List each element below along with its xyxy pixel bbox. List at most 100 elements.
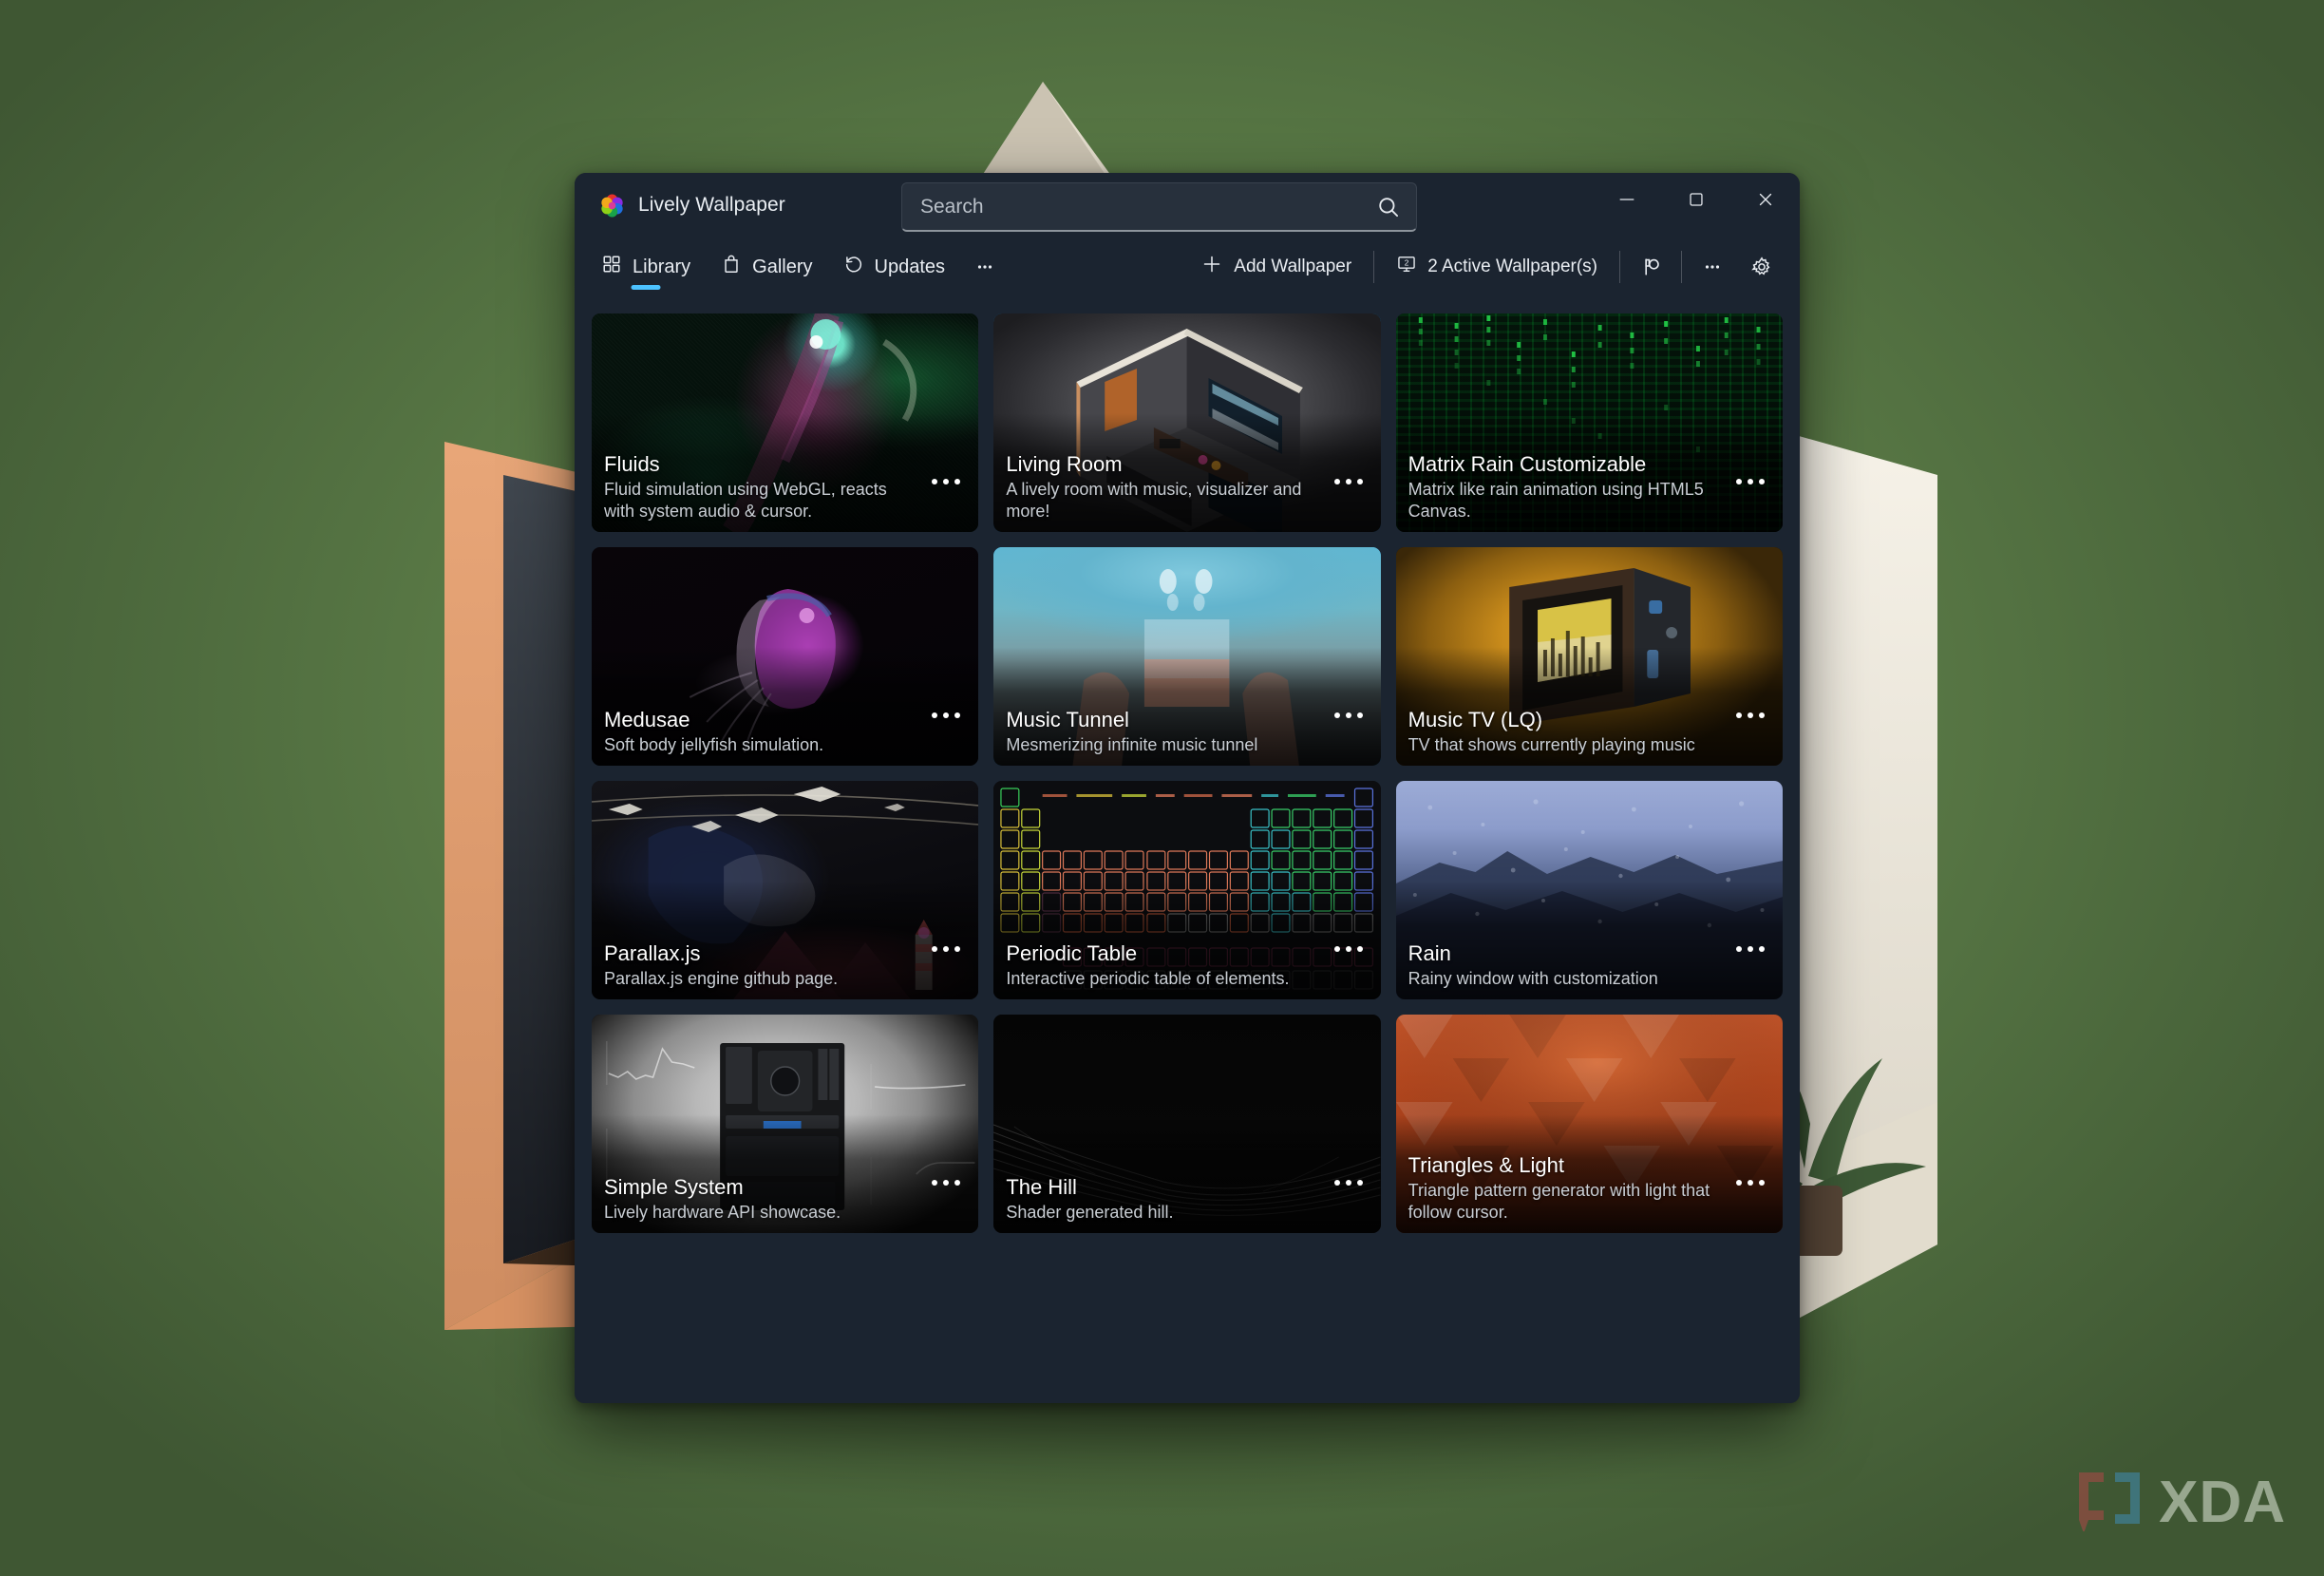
card-description: Fluid simulation using WebGL, reacts wit… — [604, 479, 887, 521]
wallpaper-card-parallax-js[interactable]: Parallax.js Parallax.js engine github pa… — [592, 781, 979, 999]
wallpaper-card-periodic-table[interactable]: Periodic Table Interactive periodic tabl… — [993, 781, 1381, 999]
xda-watermark-text: XDA — [2159, 1470, 2286, 1535]
app-title: Lively Wallpaper — [638, 194, 785, 216]
more-options-icon[interactable] — [1688, 237, 1737, 296]
command-bar: Library Gallery Updates Add Wallpaper 2 … — [575, 237, 1800, 296]
card-description: A lively room with music, visualizer and… — [1006, 479, 1302, 521]
card-title: Rain — [1408, 941, 1451, 966]
card-description: Matrix like rain animation using HTML5 C… — [1408, 479, 1704, 521]
add-wallpaper-button[interactable]: Add Wallpaper — [1184, 237, 1368, 296]
close-button[interactable] — [1730, 173, 1800, 226]
tab-library-label: Library — [633, 256, 691, 277]
card-more-button[interactable] — [1729, 935, 1771, 963]
wallpaper-card-triangles-light[interactable]: Triangles & Light Triangle pattern gener… — [1395, 1015, 1783, 1233]
search-box[interactable] — [901, 182, 1417, 232]
tab-gallery-label: Gallery — [752, 256, 813, 277]
command-bar-spacer — [1010, 237, 1184, 296]
library-content: Fluids Fluid simulation using WebGL, rea… — [575, 296, 1800, 1403]
card-more-button[interactable] — [1328, 467, 1370, 496]
card-description: Rainy window with customization — [1408, 968, 1658, 988]
gear-icon[interactable] — [1737, 237, 1786, 296]
window-controls — [1592, 173, 1800, 226]
nav-overflow-button[interactable] — [960, 237, 1010, 296]
tab-active-indicator — [631, 285, 661, 290]
active-wallpapers-label: 2 Active Wallpaper(s) — [1427, 256, 1597, 276]
card-title: Simple System — [604, 1175, 744, 1200]
title-bar: Lively Wallpaper — [575, 173, 1800, 237]
card-description: Triangle pattern generator with light th… — [1408, 1180, 1710, 1222]
card-text: Triangles & Light Triangle pattern gener… — [1408, 1153, 1714, 1224]
card-description: Interactive periodic table of elements. — [1006, 968, 1290, 988]
search-input[interactable] — [920, 195, 1376, 218]
card-description: Soft body jellyfish simulation. — [604, 734, 824, 754]
card-description: Mesmerizing infinite music tunnel — [1006, 734, 1258, 754]
card-text: Medusae Soft body jellyfish simulation. — [604, 708, 910, 756]
app-brand: Lively Wallpaper — [598, 192, 785, 219]
grid-icon — [601, 254, 622, 280]
xda-watermark: XDA — [2073, 1469, 2286, 1536]
card-more-button[interactable] — [1729, 467, 1771, 496]
lively-color-wheel-icon — [598, 192, 626, 219]
card-more-button[interactable] — [925, 467, 967, 496]
wallpaper-card-matrix-rain[interactable]: Matrix Rain Customizable Matrix like rai… — [1395, 313, 1783, 532]
card-description: Parallax.js engine github page. — [604, 968, 839, 988]
card-text: Rain Rainy window with customization — [1408, 941, 1714, 990]
tab-updates[interactable]: Updates — [828, 237, 961, 296]
card-title: Matrix Rain Customizable — [1408, 452, 1647, 477]
card-title: Fluids — [604, 452, 660, 477]
card-text: Fluids Fluid simulation using WebGL, rea… — [604, 452, 910, 522]
card-more-button[interactable] — [1328, 1168, 1370, 1197]
minimize-button[interactable] — [1592, 173, 1661, 226]
desktop-background: Lively Wallpaper Search Library Gallery … — [0, 0, 2324, 1576]
card-more-button[interactable] — [925, 1168, 967, 1197]
card-text: Music Tunnel Mesmerizing infinite music … — [1006, 708, 1312, 756]
wallpaper-card-rain[interactable]: Rain Rainy window with customization — [1395, 781, 1783, 999]
card-title: The Hill — [1006, 1175, 1077, 1200]
wallpaper-card-medusae[interactable]: Medusae Soft body jellyfish simulation. — [592, 547, 979, 766]
card-title: Music TV (LQ) — [1408, 708, 1543, 732]
tab-library[interactable]: Library — [586, 237, 706, 296]
card-text: Matrix Rain Customizable Matrix like rai… — [1408, 452, 1714, 522]
wallpaper-card-music-tunnel[interactable]: Music Tunnel Mesmerizing infinite music … — [993, 547, 1381, 766]
card-more-button[interactable] — [1328, 701, 1370, 730]
monitor-2-icon: 2 — [1396, 254, 1417, 280]
active-wallpapers-button[interactable]: 2 2 Active Wallpaper(s) — [1380, 237, 1614, 296]
tab-updates-label: Updates — [874, 256, 946, 277]
plus-icon — [1200, 253, 1223, 281]
screen-layout-icon[interactable] — [1626, 237, 1675, 296]
wallpaper-card-living-room[interactable]: Living Room A lively room with music, vi… — [993, 313, 1381, 532]
card-text: Music TV (LQ) TV that shows currently pl… — [1408, 708, 1714, 756]
card-title: Triangles & Light — [1408, 1153, 1564, 1178]
wallpaper-card-fluids[interactable]: Fluids Fluid simulation using WebGL, rea… — [592, 313, 979, 532]
svg-text:2: 2 — [1405, 258, 1409, 267]
tab-gallery[interactable]: Gallery — [706, 237, 827, 296]
card-text: Simple System Lively hardware API showca… — [604, 1175, 910, 1224]
card-text: Parallax.js Parallax.js engine github pa… — [604, 941, 910, 990]
card-title: Music Tunnel — [1006, 708, 1129, 732]
card-more-button[interactable] — [925, 701, 967, 730]
card-text: Living Room A lively room with music, vi… — [1006, 452, 1312, 522]
history-icon — [843, 254, 864, 280]
card-more-button[interactable] — [1328, 935, 1370, 963]
card-text: Periodic Table Interactive periodic tabl… — [1006, 941, 1312, 990]
separator — [1373, 251, 1375, 283]
wallpaper-card-simple-system[interactable]: Simple System Lively hardware API showca… — [592, 1015, 979, 1233]
bag-icon — [721, 254, 742, 280]
separator — [1619, 251, 1620, 283]
lively-wallpaper-window: Lively Wallpaper Search Library Gallery … — [575, 173, 1800, 1403]
search-icon[interactable] — [1376, 195, 1401, 219]
card-more-button[interactable] — [925, 935, 967, 963]
wallpaper-card-music-tv[interactable]: Music TV (LQ) TV that shows currently pl… — [1395, 547, 1783, 766]
card-title: Parallax.js — [604, 941, 701, 966]
wallpaper-card-the-hill[interactable]: The Hill Shader generated hill. — [993, 1015, 1381, 1233]
card-description: Lively hardware API showcase. — [604, 1202, 841, 1222]
card-title: Medusae — [604, 708, 690, 732]
card-description: TV that shows currently playing music — [1408, 734, 1695, 754]
card-title: Living Room — [1006, 452, 1123, 477]
card-more-button[interactable] — [1729, 701, 1771, 730]
card-more-button[interactable] — [1729, 1168, 1771, 1197]
card-text: The Hill Shader generated hill. — [1006, 1175, 1312, 1224]
card-description: Shader generated hill. — [1006, 1202, 1174, 1222]
maximize-button[interactable] — [1661, 173, 1730, 226]
xda-bracket-logo — [2073, 1469, 2145, 1536]
